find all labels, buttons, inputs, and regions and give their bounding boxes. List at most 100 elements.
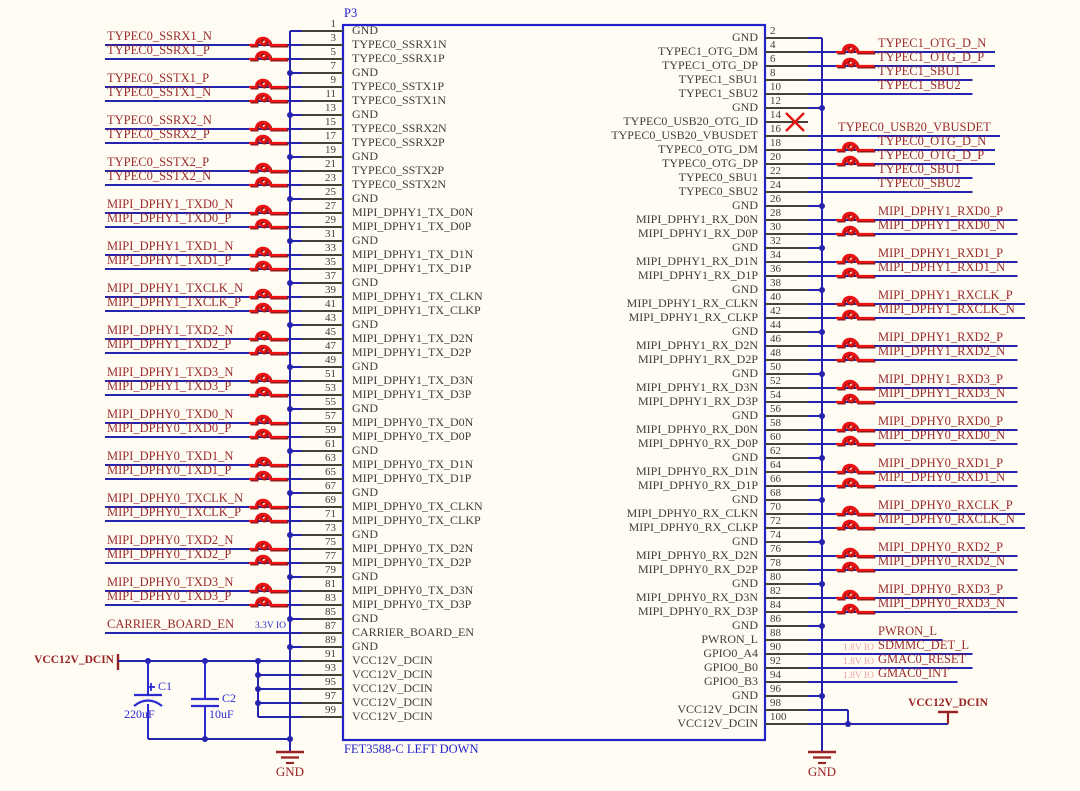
net-label[interactable]: TYPEC1_OTG_D_N (878, 36, 986, 51)
net-label[interactable]: MIPI_DPHY0_TXD3_P (107, 589, 231, 604)
net-label[interactable]: MIPI_DPHY0_TXD0_P (107, 421, 231, 436)
net-label[interactable]: TYPEC0_USB20_VBUSDET (838, 120, 991, 135)
gnd-symbol-right-label[interactable]: GND (797, 764, 847, 779)
net-label[interactable]: MIPI_DPHY0_RXD3_N (878, 596, 1005, 611)
net-label[interactable]: MIPI_DPHY0_RXD1_P (878, 456, 1003, 471)
power-net-label[interactable]: VCC12V_DCIN (28, 654, 114, 667)
net-label[interactable]: MIPI_DPHY1_RXD3_N (878, 386, 1005, 401)
pin-name: VCC12V_DCIN (352, 681, 433, 695)
net-label[interactable]: MIPI_DPHY1_TXD2_N (107, 323, 233, 338)
pin-name: MIPI_DPHY1_TX_D0P (352, 219, 472, 233)
net-label[interactable]: MIPI_DPHY1_RXD0_N (878, 218, 1005, 233)
part-label[interactable]: FET3588-C LEFT DOWN (344, 742, 479, 757)
pin-name: MIPI_DPHY0_RX_D1N (635, 464, 758, 478)
net-label[interactable]: MIPI_DPHY0_RXCLK_N (878, 512, 1015, 527)
pin-name: MIPI_DPHY1_RX_CLKN (626, 296, 758, 310)
gnd-symbol-left-label[interactable]: GND (265, 764, 315, 779)
capacitor-ref[interactable]: C1 (158, 679, 172, 693)
net-label[interactable]: MIPI_DPHY1_RXD3_P (878, 372, 1003, 387)
net-label[interactable]: GMAC0_RESET (878, 652, 966, 667)
net-label[interactable]: MIPI_DPHY0_RXD0_P (878, 414, 1003, 429)
net-label[interactable]: TYPEC0_SSRX2_N (107, 113, 212, 128)
pin-name: GND (352, 569, 378, 583)
net-label[interactable]: MIPI_DPHY0_RXCLK_P (878, 498, 1013, 513)
net-label[interactable]: TYPEC1_SBU1 (878, 64, 961, 79)
net-label[interactable]: MIPI_DPHY1_RXD2_P (878, 330, 1003, 345)
junction-dot (819, 413, 825, 419)
net-label[interactable]: GMAC0_INT (878, 666, 949, 681)
pin-number: 72 (770, 515, 781, 527)
pin-name: GND (732, 324, 758, 338)
pin-number: 54 (770, 389, 781, 401)
net-label[interactable]: MIPI_DPHY0_TXD3_N (107, 575, 233, 590)
net-label[interactable]: SDMMC_DET_L (878, 638, 969, 653)
net-label[interactable]: TYPEC0_SSRX2_P (107, 127, 210, 142)
net-label[interactable]: MIPI_DPHY1_TXD0_N (107, 197, 233, 212)
pin-number: 18 (770, 137, 781, 149)
net-label[interactable]: MIPI_DPHY1_TXCLK_N (107, 281, 243, 296)
junction-dot (287, 532, 293, 538)
net-label[interactable]: MIPI_DPHY0_RXD3_P (878, 582, 1003, 597)
net-label[interactable]: MIPI_DPHY1_RXD1_P (878, 246, 1003, 261)
power-net-label[interactable]: VCC12V_DCIN (905, 697, 991, 710)
net-label[interactable]: MIPI_DPHY1_TXD3_P (107, 379, 231, 394)
net-label[interactable]: MIPI_DPHY0_TXCLK_N (107, 491, 243, 506)
net-label[interactable]: TYPEC0_SSTX2_P (107, 155, 209, 170)
net-label[interactable]: TYPEC0_SBU1 (878, 162, 961, 177)
net-label[interactable]: MIPI_DPHY0_RXD1_N (878, 470, 1005, 485)
pin-number: 4 (770, 39, 776, 51)
refdes-label[interactable]: P3 (344, 6, 357, 21)
net-label[interactable]: TYPEC0_SSTX1_N (107, 85, 211, 100)
net-label[interactable]: MIPI_DPHY1_TXD3_N (107, 365, 233, 380)
net-label[interactable]: MIPI_DPHY1_RXCLK_P (878, 288, 1013, 303)
net-label[interactable]: MIPI_DPHY1_RXD0_P (878, 204, 1003, 219)
net-label[interactable]: MIPI_DPHY0_TXD1_P (107, 463, 231, 478)
net-label[interactable]: MIPI_DPHY1_TXD0_P (107, 211, 231, 226)
net-label[interactable]: MIPI_DPHY0_RXD2_P (878, 540, 1003, 555)
pin-name: GND (732, 492, 758, 506)
net-label[interactable]: MIPI_DPHY1_TXD1_P (107, 253, 231, 268)
net-label[interactable]: MIPI_DPHY1_TXCLK_P (107, 295, 241, 310)
net-label[interactable]: MIPI_DPHY1_RXCLK_N (878, 302, 1015, 317)
net-label[interactable]: MIPI_DPHY0_TXD2_N (107, 533, 233, 548)
pin-name: GND (732, 198, 758, 212)
pin-name: MIPI_DPHY0_RX_D2P (637, 562, 758, 576)
net-label[interactable]: MIPI_DPHY1_RXD1_N (878, 260, 1005, 275)
net-label[interactable]: TYPEC0_OTG_D_N (878, 134, 986, 149)
net-label[interactable]: TYPEC0_SSRX1_P (107, 43, 210, 58)
pin-name: TYPEC1_SBU1 (678, 72, 758, 86)
pin-number: 61 (325, 438, 336, 450)
net-label[interactable]: TYPEC0_SBU2 (878, 176, 961, 191)
pin-number: 27 (325, 200, 336, 212)
net-label[interactable]: MIPI_DPHY0_TXD1_N (107, 449, 233, 464)
pin-name: MIPI_DPHY0_RX_D0N (635, 422, 758, 436)
pin-name: MIPI_DPHY1_TX_D0N (352, 205, 474, 219)
net-label[interactable]: TYPEC0_SSTX1_P (107, 71, 209, 86)
net-label[interactable]: TYPEC0_SSTX2_N (107, 169, 211, 184)
net-label[interactable]: MIPI_DPHY1_TXD2_P (107, 337, 231, 352)
pin-number: 19 (325, 144, 336, 156)
net-label[interactable]: TYPEC1_SBU2 (878, 78, 961, 93)
net-label[interactable]: MIPI_DPHY0_TXD2_P (107, 547, 231, 562)
net-label[interactable]: PWRON_L (878, 624, 937, 639)
net-label[interactable]: MIPI_DPHY0_TXCLK_P (107, 505, 241, 520)
junction-dot (845, 721, 851, 727)
net-label[interactable]: MIPI_DPHY0_RXD0_N (878, 428, 1005, 443)
net-label[interactable]: CARRIER_BOARD_EN (107, 617, 234, 632)
capacitor-ref[interactable]: C2 (222, 691, 236, 705)
net-label[interactable]: MIPI_DPHY1_TXD1_N (107, 239, 233, 254)
net-label[interactable]: MIPI_DPHY0_RXD2_N (878, 554, 1005, 569)
net-label[interactable]: TYPEC1_OTG_D_P (878, 50, 984, 65)
net-label[interactable]: MIPI_DPHY0_TXD0_N (107, 407, 233, 422)
pin-number: 55 (325, 396, 336, 408)
pin-number: 11 (325, 88, 336, 100)
pin-number: 15 (325, 116, 336, 128)
pin-number: 17 (325, 130, 336, 142)
net-label[interactable]: TYPEC0_OTG_D_P (878, 148, 984, 163)
pin-number: 70 (770, 501, 781, 513)
pin-number: 60 (770, 431, 781, 443)
pin-number: 5 (330, 46, 337, 58)
pin-name: MIPI_DPHY0_RX_D3P (637, 604, 758, 618)
net-label[interactable]: MIPI_DPHY1_RXD2_N (878, 344, 1005, 359)
net-label[interactable]: TYPEC0_SSRX1_N (107, 29, 212, 44)
